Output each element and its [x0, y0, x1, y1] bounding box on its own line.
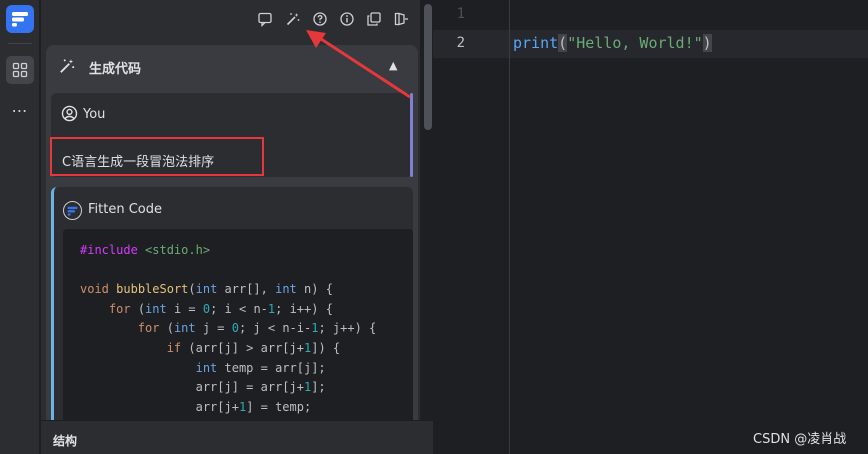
- user-message-accent: [410, 93, 413, 177]
- user-sender-label: You: [83, 107, 106, 122]
- user-avatar-icon: [61, 105, 78, 126]
- line-number: 2: [456, 35, 465, 51]
- structure-panel-header[interactable]: 结构: [41, 420, 433, 454]
- code-editor[interactable]: 1 2 print("Hello, World!") CSDN @凌肖战: [433, 0, 868, 454]
- more-icon[interactable]: ⋯: [6, 96, 34, 124]
- activity-separator: [8, 43, 32, 44]
- help-icon[interactable]: [311, 10, 329, 28]
- fitten-logo-icon: [63, 201, 82, 220]
- gutter-separator: [509, 0, 510, 454]
- line-number: 1: [456, 6, 465, 22]
- annotation-arrow: [306, 30, 411, 99]
- editor-code-line[interactable]: print("Hello, World!"): [513, 34, 712, 52]
- magic-wand-icon[interactable]: [284, 10, 302, 28]
- info-icon[interactable]: [338, 10, 356, 28]
- code-token-function: print: [513, 34, 559, 52]
- annotation-highlight-box: [50, 137, 264, 176]
- exit-icon[interactable]: [392, 10, 410, 28]
- fitten-logo-icon-svg: [12, 12, 28, 27]
- chat-icon[interactable]: [256, 10, 274, 28]
- card-title: 生成代码: [89, 62, 142, 77]
- structure-icon[interactable]: [6, 56, 34, 84]
- code-token-paren: (: [558, 34, 568, 52]
- watermark-text: CSDN @凌肖战: [753, 432, 847, 447]
- structure-panel-label: 结构: [53, 434, 78, 448]
- code-token-string: "Hello, World!": [567, 34, 703, 52]
- code-token-paren: ): [702, 34, 712, 52]
- assistant-sender-label: Fitten Code: [88, 202, 162, 217]
- activity-bar: ⋯: [0, 0, 40, 454]
- fitten-logo-icon[interactable]: [6, 5, 34, 33]
- generated-code-text: #include <stdio.h> void bubbleSort(int a…: [80, 243, 377, 414]
- magic-wand-icon: [58, 57, 76, 79]
- copy-window-icon[interactable]: [365, 10, 383, 28]
- panel-scrollbar[interactable]: [424, 4, 432, 130]
